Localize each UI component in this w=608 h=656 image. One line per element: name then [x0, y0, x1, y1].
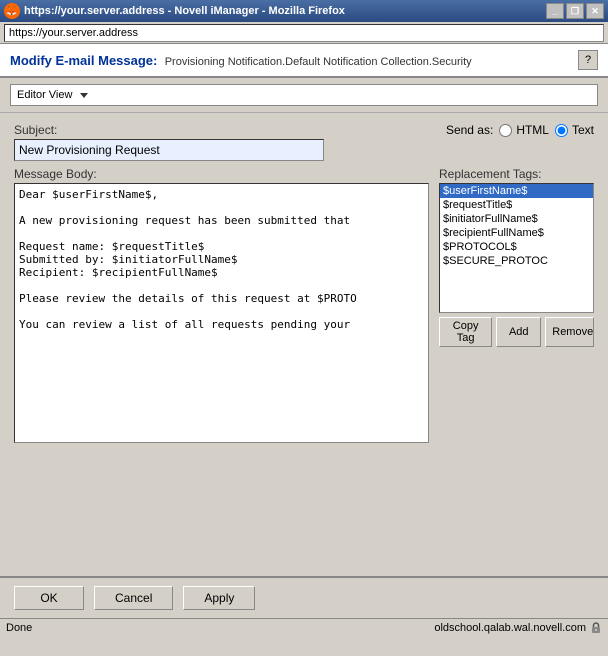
remove-button[interactable]: Remove	[545, 317, 594, 347]
header-breadcrumb: Provisioning Notification.Default Notifi…	[165, 56, 472, 68]
text-radio[interactable]	[555, 124, 568, 137]
editor-view-label: Editor View	[17, 89, 72, 101]
tag-buttons: Copy Tag Add Remove	[439, 317, 594, 347]
ok-button[interactable]: OK	[14, 586, 84, 610]
subject-input[interactable]	[14, 139, 324, 161]
status-right: oldschool.qalab.wal.novell.com	[434, 622, 602, 634]
bottom-buttons: OK Cancel Apply	[0, 576, 608, 618]
copy-tag-button[interactable]: Copy Tag	[439, 317, 492, 347]
body-tags-row: Message Body: Dear $userFirstName$, A ne…	[14, 167, 594, 446]
main-container: Modify E-mail Message: Provisioning Noti…	[0, 44, 608, 636]
window-controls[interactable]: _ ❐ ✕	[546, 3, 604, 19]
help-button[interactable]: ?	[578, 50, 598, 70]
title-bar-left: 🦊 https://your.server.address - Novell i…	[4, 3, 345, 19]
header-area: Modify E-mail Message: Provisioning Noti…	[0, 44, 608, 78]
address-input[interactable]	[4, 24, 604, 42]
html-label: HTML	[516, 123, 549, 137]
editor-view-dropdown[interactable]: Editor View	[10, 84, 598, 106]
status-url: oldschool.qalab.wal.novell.com	[434, 622, 586, 634]
html-radio-group: HTML	[499, 123, 549, 137]
list-item[interactable]: $requestTitle$	[440, 198, 593, 212]
message-body-section: Message Body: Dear $userFirstName$, A ne…	[14, 167, 429, 446]
window-title: https://your.server.address - Novell iMa…	[24, 5, 345, 17]
address-bar	[0, 22, 608, 44]
replacement-tags-label: Replacement Tags:	[439, 167, 594, 181]
status-text: Done	[6, 622, 32, 634]
dropdown-arrow-icon	[80, 93, 88, 98]
list-item[interactable]: $recipientFullName$	[440, 226, 593, 240]
subject-label: Subject:	[14, 123, 324, 137]
list-item[interactable]: $initiatorFullName$	[440, 212, 593, 226]
list-item[interactable]: $PROTOCOL$	[440, 240, 593, 254]
tags-listbox[interactable]: $userFirstName$ $requestTitle$ $initiato…	[439, 183, 594, 313]
text-label: Text	[572, 123, 594, 137]
message-textarea[interactable]: Dear $userFirstName$, A new provisioning…	[14, 183, 429, 443]
minimize-button[interactable]: _	[546, 3, 564, 19]
send-as-section: Send as: HTML Text	[446, 123, 594, 137]
apply-button[interactable]: Apply	[183, 586, 255, 610]
send-as-label: Send as:	[446, 123, 493, 137]
message-body-label: Message Body:	[14, 167, 429, 181]
toolbar: Editor View	[0, 78, 608, 113]
close-button[interactable]: ✕	[586, 3, 604, 19]
list-item[interactable]: $userFirstName$	[440, 184, 593, 198]
subject-section: Subject:	[14, 123, 324, 161]
send-as-controls: Send as: HTML Text	[446, 123, 594, 137]
cancel-button[interactable]: Cancel	[94, 586, 173, 610]
header-title: Modify E-mail Message:	[10, 53, 157, 68]
content-area: Subject: Send as: HTML Text	[0, 113, 608, 456]
header-text: Modify E-mail Message: Provisioning Noti…	[10, 53, 472, 68]
replacement-tags-section: Replacement Tags: $userFirstName$ $reque…	[439, 167, 594, 446]
status-bar: Done oldschool.qalab.wal.novell.com	[0, 618, 608, 636]
restore-button[interactable]: ❐	[566, 3, 584, 19]
list-item[interactable]: $SECURE_PROTOC	[440, 254, 593, 268]
html-radio[interactable]	[499, 124, 512, 137]
firefox-icon: 🦊	[4, 3, 20, 19]
title-bar: 🦊 https://your.server.address - Novell i…	[0, 0, 608, 22]
lock-icon	[590, 622, 602, 634]
add-button[interactable]: Add	[496, 317, 541, 347]
text-radio-group: Text	[555, 123, 594, 137]
